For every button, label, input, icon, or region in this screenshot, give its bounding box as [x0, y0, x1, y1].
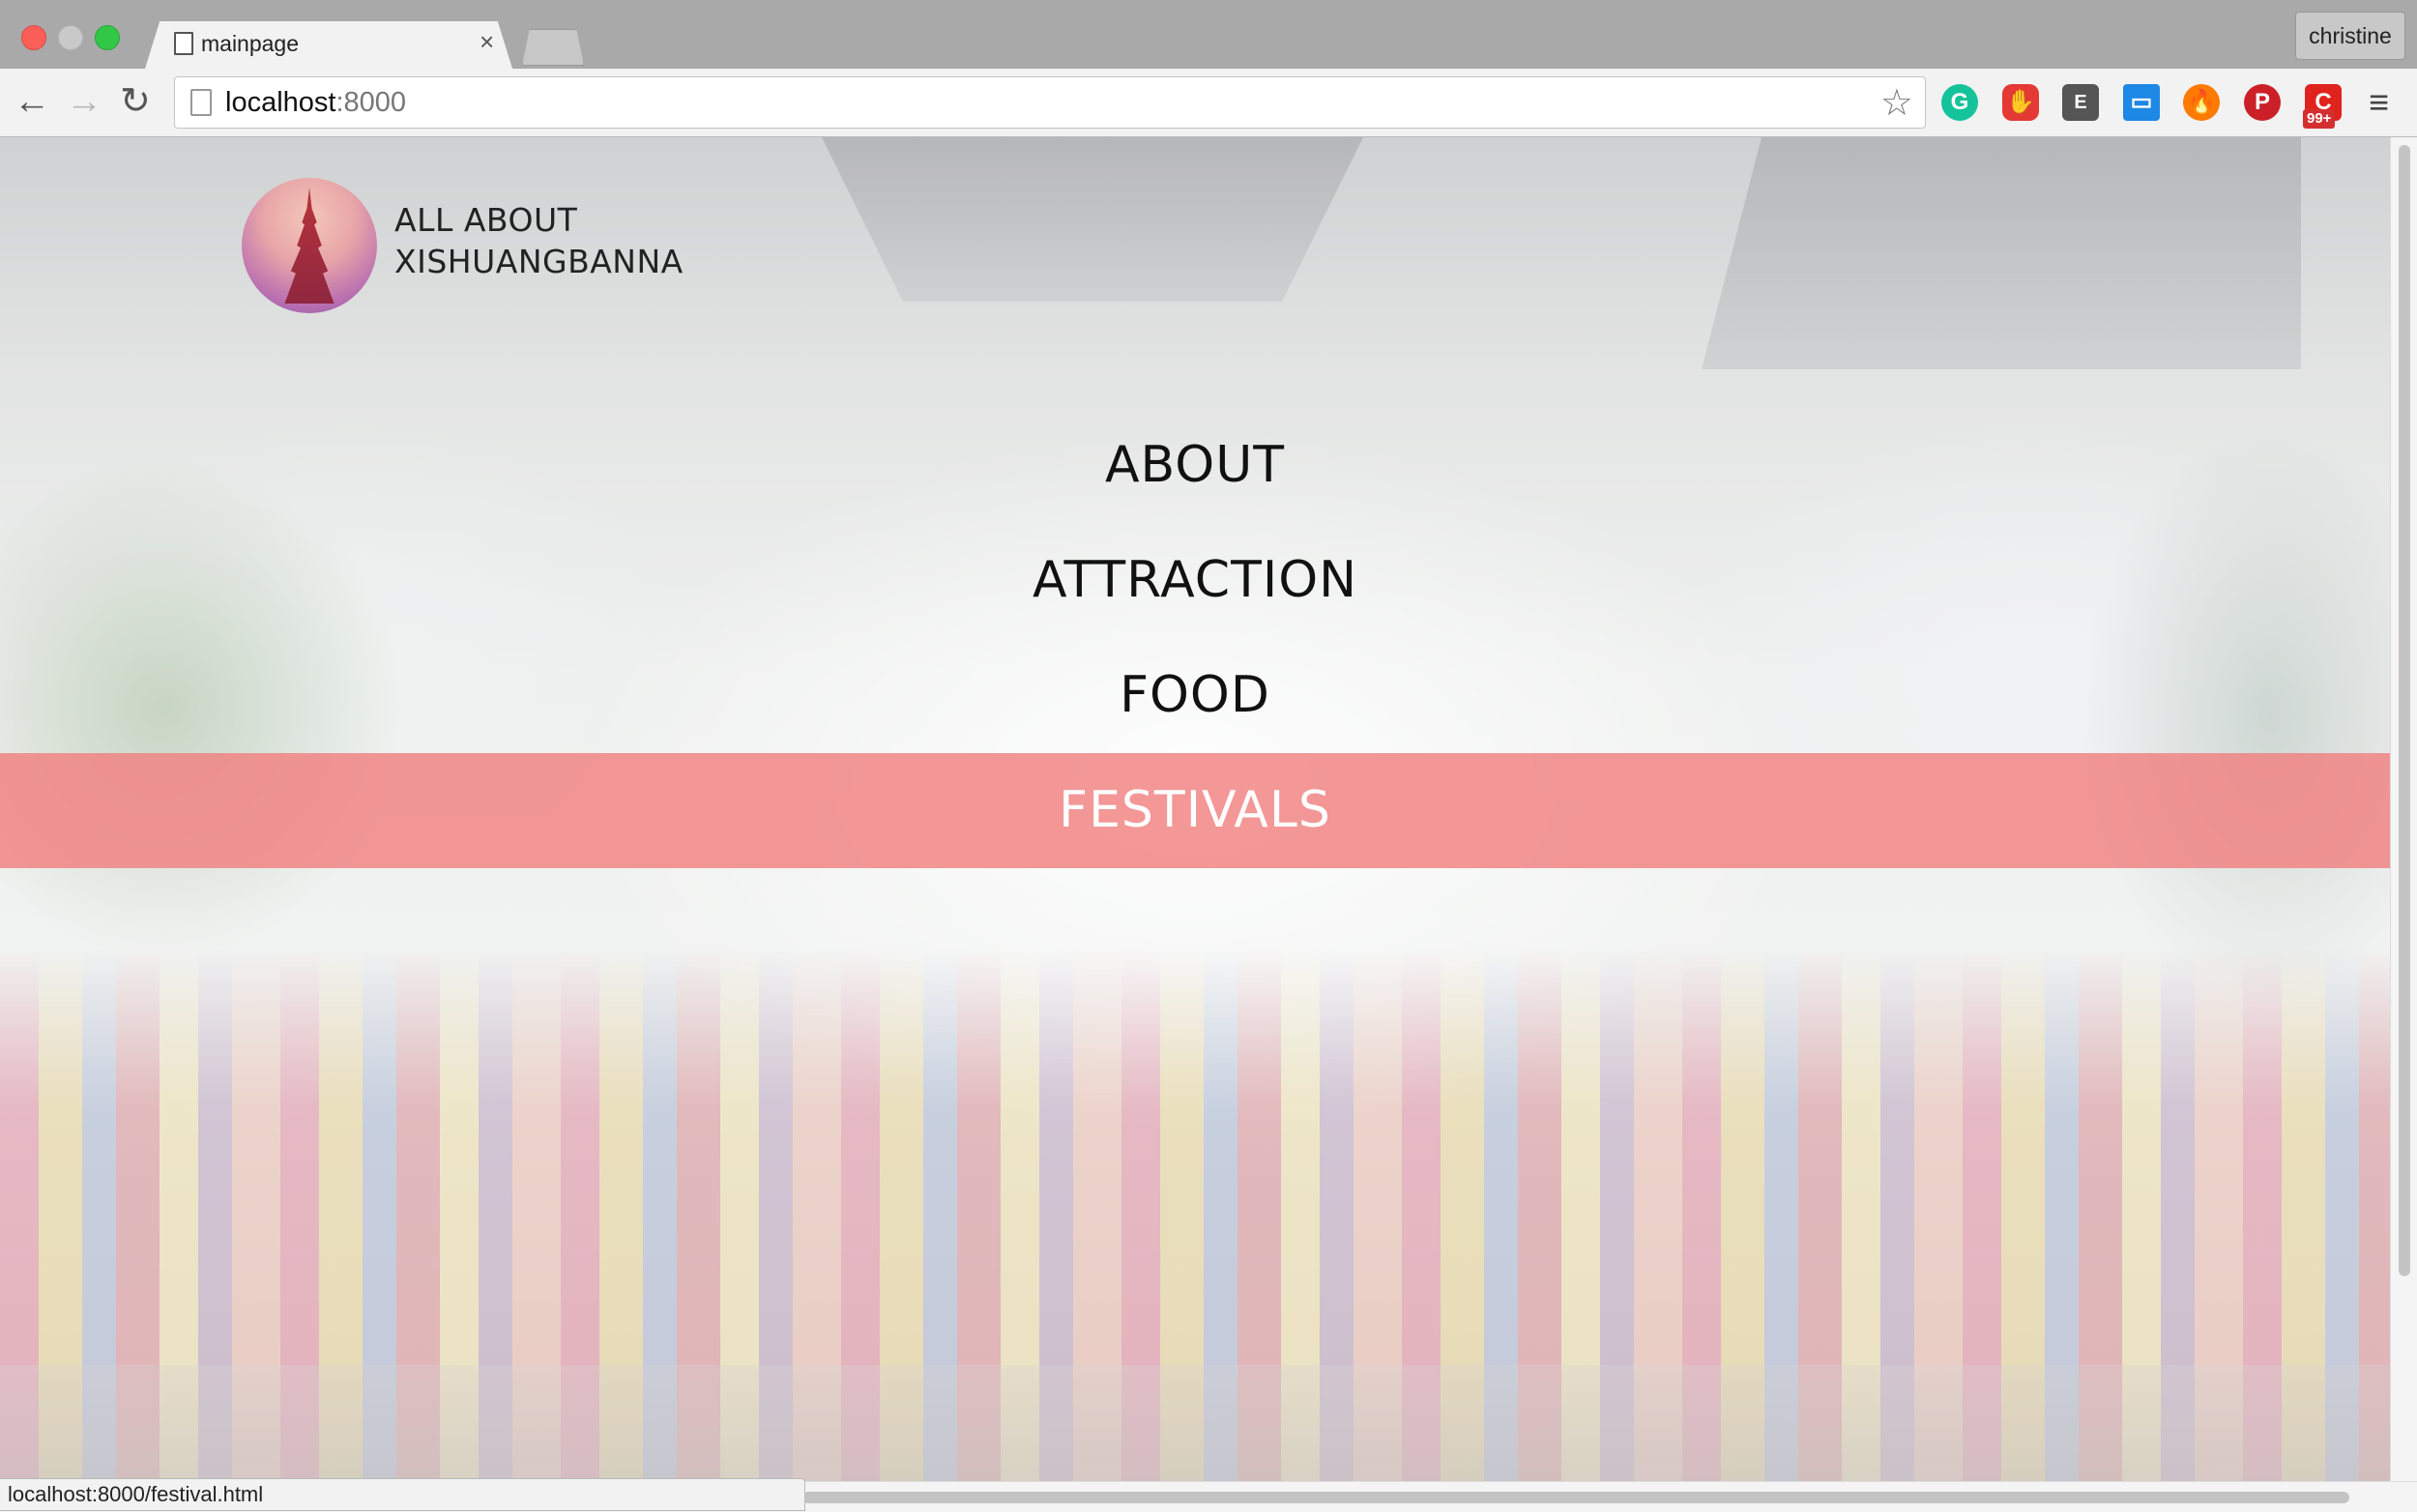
close-window-button[interactable] [21, 25, 46, 50]
new-tab-button[interactable] [522, 29, 584, 66]
document-icon [174, 32, 193, 55]
site-logo[interactable] [242, 178, 377, 313]
evernote-extension-icon[interactable]: E [2062, 84, 2099, 121]
tab-mainpage[interactable] [145, 21, 512, 69]
menu-item-attraction[interactable]: ATTRACTION [0, 523, 2390, 638]
site-brand-title[interactable]: ALL ABOUT XISHUANGBANNA [394, 199, 684, 282]
grammarly-extension-icon[interactable]: G [1941, 84, 1978, 121]
minimize-window-button[interactable] [58, 25, 83, 50]
reload-icon[interactable]: ↻ [120, 82, 151, 121]
menu-item-festivals[interactable]: FESTIVALS [0, 753, 2390, 868]
bookmark-star-icon[interactable]: ☆ [1880, 81, 1913, 125]
forward-arrow-icon[interactable]: → [66, 82, 102, 121]
tab-close-icon[interactable]: × [480, 27, 494, 57]
extension-badge: 99+ [2303, 109, 2336, 129]
brand-line-1: ALL ABOUT [394, 201, 578, 239]
browser-toolbar: ← → ↻ localhost:8000 ☆ G ✋ E ▭ 🔥 P C 99+… [0, 69, 2417, 137]
status-bubble: localhost:8000/festival.html [0, 1478, 805, 1511]
vertical-scrollbar[interactable] [2390, 137, 2417, 1481]
window-extension-icon[interactable]: ▭ [2123, 84, 2160, 121]
url-port: :8000 [335, 87, 407, 118]
maximize-window-button[interactable] [95, 25, 120, 50]
address-bar[interactable]: localhost:8000 ☆ [174, 76, 1926, 129]
pinterest-extension-icon[interactable]: P [2244, 84, 2281, 121]
pagoda-icon [284, 188, 335, 304]
menu-item-about[interactable]: ABOUT [0, 408, 2390, 523]
main-menu: ABOUT ATTRACTION FOOD FESTIVALS [0, 408, 2390, 868]
vertical-scroll-thumb[interactable] [2399, 145, 2410, 1276]
menu-item-food[interactable]: FOOD [0, 638, 2390, 753]
adblock-extension-icon[interactable]: ✋ [2002, 84, 2039, 121]
window-titlebar: mainpage × christine [0, 0, 2417, 69]
page-icon [190, 89, 212, 116]
url-host: localhost [225, 87, 336, 118]
brand-line-2: XISHUANGBANNA [394, 243, 684, 280]
tab-title: mainpage [201, 31, 300, 56]
back-arrow-icon[interactable]: ← [14, 82, 50, 121]
page-viewport: ALL ABOUT XISHUANGBANNA ABOUT ATTRACTION… [0, 137, 2390, 1481]
horizontal-scroll-thumb[interactable] [802, 1492, 2349, 1503]
profile-button[interactable]: christine [2295, 12, 2405, 60]
hamburger-menu-icon[interactable]: ≡ [2369, 84, 2389, 121]
fire-extension-icon[interactable]: 🔥 [2183, 84, 2220, 121]
url-text[interactable]: localhost:8000 [225, 87, 406, 119]
